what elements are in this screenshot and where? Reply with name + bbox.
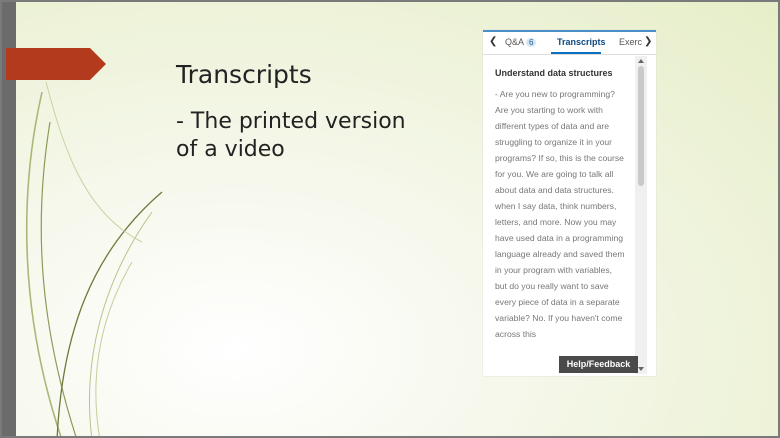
help-feedback-button[interactable]: Help/Feedback	[559, 356, 638, 373]
scroll-down-arrow-icon[interactable]	[638, 367, 644, 371]
transcript-text: - Are you new to programming? Are you st…	[495, 89, 625, 339]
title-arrow-marker	[6, 48, 106, 80]
active-tab-indicator	[551, 52, 601, 54]
presentation-slide: Transcripts - The printed version of a v…	[0, 0, 780, 438]
scrollbar-thumb[interactable]	[638, 66, 644, 186]
transcript-scrollbar[interactable]	[635, 56, 647, 374]
panel-tabs: ❮ Q&A 6 Transcripts Exerc ❯	[483, 32, 656, 55]
tab-exercises[interactable]: Exerc	[619, 37, 642, 47]
tab-qa[interactable]: Q&A 6	[505, 37, 537, 47]
scroll-up-arrow-icon[interactable]	[638, 59, 644, 63]
transcript-content: Understand data structures - Are you new…	[495, 68, 625, 376]
chevron-right-icon[interactable]: ❯	[644, 36, 652, 47]
slide-title: Transcripts	[176, 60, 312, 89]
chevron-left-icon[interactable]: ❮	[489, 36, 497, 47]
tab-transcripts[interactable]: Transcripts	[557, 37, 606, 47]
decorative-curves	[25, 81, 163, 436]
transcript-panel: ❮ Q&A 6 Transcripts Exerc ❯ Understand da…	[483, 30, 656, 376]
tab-qa-label: Q&A	[505, 37, 525, 47]
qa-count-badge: 6	[526, 38, 537, 47]
transcript-heading: Understand data structures	[495, 68, 613, 78]
slide-bullet: - The printed version of a video	[176, 109, 406, 162]
